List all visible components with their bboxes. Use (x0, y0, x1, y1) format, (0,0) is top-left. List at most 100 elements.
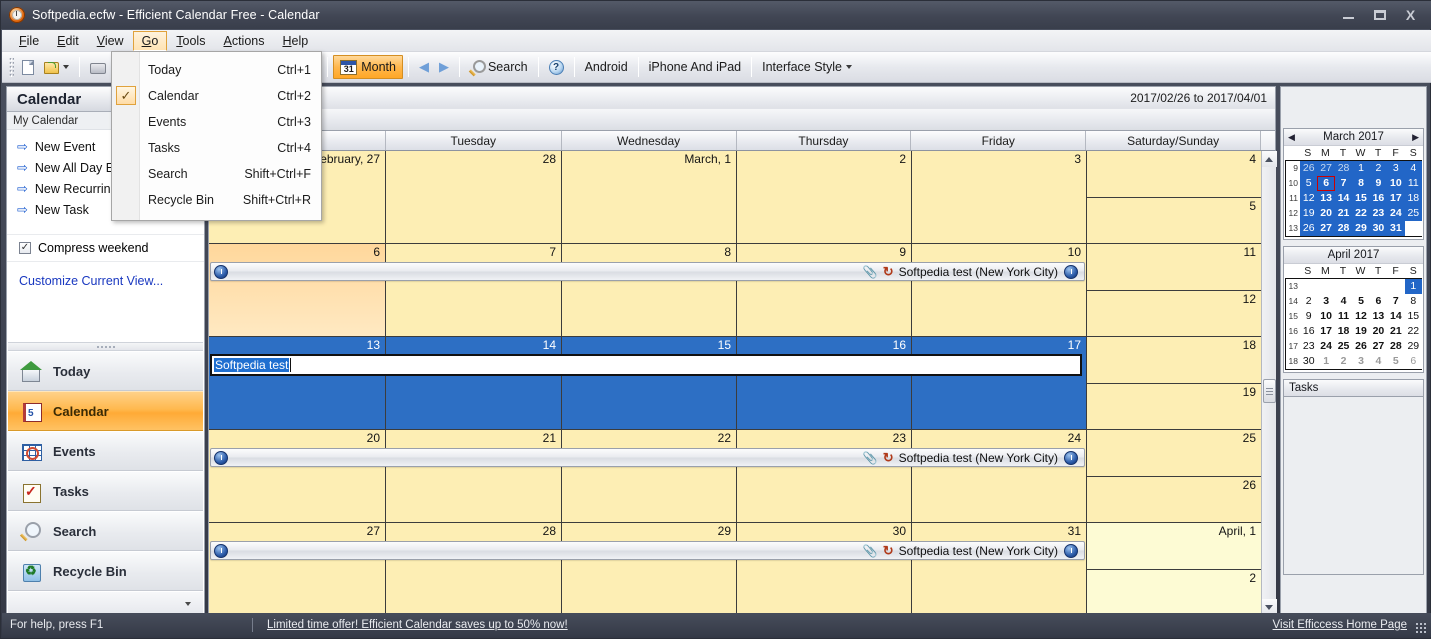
day-cell-sunday[interactable]: 2 (1087, 569, 1261, 615)
mini-day[interactable]: 1 (1352, 161, 1370, 176)
mini-day[interactable]: 2 (1335, 354, 1352, 369)
mini-day[interactable]: 14 (1387, 309, 1404, 324)
mini-day[interactable]: 22 (1405, 324, 1422, 339)
sidebar-more-button[interactable] (8, 591, 203, 615)
status-offer-link[interactable]: Limited time offer! Efficient Calendar s… (253, 619, 568, 631)
next-period-button[interactable]: ▶ (434, 55, 454, 79)
mini-day[interactable]: 10 (1317, 309, 1334, 324)
customize-current-view-link[interactable]: Customize Current View... (7, 262, 204, 288)
mini-day[interactable]: 14 (1334, 191, 1353, 206)
interface-style-button[interactable]: Interface Style (757, 55, 857, 79)
event-bar[interactable]: 📎 ↻ Softpedia test (New York City) (210, 262, 1085, 281)
day-cell[interactable]: 30 (737, 523, 912, 615)
day-cell-saturday[interactable]: 25 (1087, 430, 1261, 477)
mini-day[interactable] (1300, 279, 1317, 294)
view-month-button[interactable]: 31 Month (333, 55, 403, 79)
android-button[interactable]: Android (580, 55, 633, 79)
day-cell-saturday[interactable]: 4 (1087, 151, 1261, 198)
mini-day[interactable]: 30 (1369, 221, 1388, 236)
sidebar-item-today[interactable]: Today (8, 351, 203, 391)
day-cell[interactable]: 22 (562, 430, 737, 522)
day-cell[interactable]: 29 (562, 523, 737, 615)
mini-day[interactable]: 8 (1352, 176, 1370, 191)
mini-day[interactable]: 7 (1387, 294, 1404, 309)
mini-prev-month-button[interactable]: ◀ (1288, 132, 1295, 143)
mini-day[interactable]: 18 (1404, 191, 1422, 206)
mini-day[interactable]: 7 (1334, 176, 1353, 191)
mini-day[interactable]: 25 (1404, 206, 1422, 221)
mini-day[interactable]: 24 (1317, 339, 1334, 354)
print-button[interactable] (85, 55, 111, 79)
mini-day[interactable]: 21 (1334, 206, 1353, 221)
mini-day[interactable]: 11 (1335, 309, 1352, 324)
day-cell-saturday[interactable]: April, 1 (1087, 523, 1261, 570)
mini-day[interactable]: 15 (1352, 191, 1370, 206)
weekend-cell[interactable]: 25 26 (1087, 430, 1261, 522)
mini-day[interactable]: 17 (1317, 324, 1334, 339)
day-cell-saturday[interactable]: 18 (1087, 337, 1261, 384)
menu-go[interactable]: Go (132, 30, 168, 51)
mini-day[interactable]: 23 (1300, 339, 1317, 354)
menu-edit[interactable]: Edit (48, 31, 88, 51)
event-bar[interactable]: 📎 ↻ Softpedia test (New York City) (210, 541, 1085, 560)
mini-day[interactable]: 5 (1300, 176, 1318, 191)
mini-day[interactable]: 30 (1300, 354, 1317, 369)
mini-day[interactable]: 23 (1369, 206, 1388, 221)
mini-day[interactable]: 19 (1352, 324, 1369, 339)
mini-day[interactable]: 29 (1352, 221, 1370, 236)
event-bar[interactable]: 📎 ↻ Softpedia test (New York City) (210, 448, 1085, 467)
mini-day[interactable]: 3 (1352, 354, 1369, 369)
mini-day[interactable]: 27 (1317, 221, 1335, 236)
mini-day[interactable]: 20 (1370, 324, 1387, 339)
day-cell[interactable]: 9 (737, 244, 912, 336)
mini-day[interactable]: 26 (1352, 339, 1369, 354)
day-cell[interactable]: 10 (912, 244, 1087, 336)
day-cell-today[interactable]: 6 (209, 244, 386, 336)
day-cell-selected[interactable]: 15 (562, 337, 737, 429)
compress-weekend-checkbox[interactable]: ✓ Compress weekend (7, 234, 204, 262)
day-cell[interactable]: 2 (737, 151, 912, 243)
day-cell-selected[interactable]: 13 (209, 337, 386, 429)
day-cell[interactable]: 21 (386, 430, 562, 522)
menu-view[interactable]: View (88, 31, 133, 51)
menu-tools[interactable]: Tools (167, 31, 214, 51)
mini-day[interactable]: 26 (1300, 221, 1318, 236)
menu-help[interactable]: Help (273, 31, 317, 51)
mini-day[interactable]: 29 (1405, 339, 1422, 354)
day-cell[interactable]: 8 (562, 244, 737, 336)
mini-day[interactable]: 8 (1405, 294, 1422, 309)
day-cell-sunday[interactable]: 12 (1087, 290, 1261, 336)
go-menu-item-events[interactable]: Events Ctrl+3 (112, 109, 321, 135)
mini-day[interactable]: 28 (1334, 161, 1353, 176)
search-button[interactable]: Search (465, 55, 533, 79)
day-cell[interactable]: 24 (912, 430, 1087, 522)
mini-day[interactable]: 19 (1300, 206, 1318, 221)
day-cell[interactable]: 28 (386, 523, 562, 615)
day-cell-selected[interactable]: 17 (912, 337, 1087, 429)
day-cell[interactable]: 23 (737, 430, 912, 522)
help-button[interactable]: ? (544, 55, 569, 79)
mini-day[interactable]: 21 (1387, 324, 1404, 339)
mini-day[interactable] (1317, 279, 1334, 294)
day-cell[interactable]: March, 1 (562, 151, 737, 243)
mini-day[interactable]: 13 (1317, 191, 1335, 206)
mini-day[interactable]: 4 (1335, 294, 1352, 309)
status-home-page-link[interactable]: Visit Efficcess Home Page (1273, 619, 1431, 631)
go-menu-item-calendar[interactable]: ✓ Calendar Ctrl+2 (112, 83, 321, 109)
day-cell[interactable]: 3 (912, 151, 1087, 243)
minimize-button[interactable] (1333, 5, 1364, 25)
tasks-panel-body[interactable] (1283, 397, 1424, 575)
toolbar-grip[interactable] (9, 57, 14, 77)
weekend-cell[interactable]: 11 12 (1087, 244, 1261, 336)
mini-day[interactable]: 28 (1387, 339, 1404, 354)
mini-day[interactable]: 9 (1369, 176, 1388, 191)
mini-day[interactable]: 6 (1405, 354, 1422, 369)
day-cell-selected[interactable]: 16 (737, 337, 912, 429)
sidebar-item-recycle-bin[interactable]: Recycle Bin (8, 551, 203, 591)
day-cell-sunday[interactable]: 5 (1087, 197, 1261, 243)
mini-day[interactable]: 22 (1352, 206, 1370, 221)
mini-day[interactable]: 18 (1335, 324, 1352, 339)
mini-day[interactable]: 27 (1317, 161, 1335, 176)
mini-day[interactable] (1352, 279, 1369, 294)
maximize-button[interactable] (1364, 5, 1395, 25)
